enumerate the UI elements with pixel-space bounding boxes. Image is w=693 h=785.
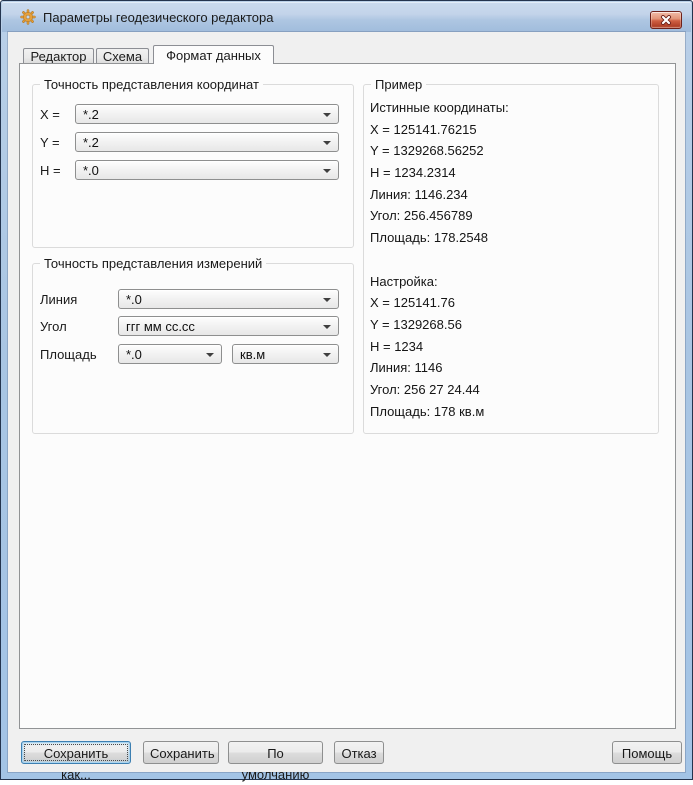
example-text: Истинные координаты: X = 125141.76215 Y … xyxy=(370,97,654,422)
combo-value: *.2 xyxy=(83,107,318,122)
group-title: Точность представления координат xyxy=(40,77,263,92)
tab-page-data-format: Точность представления координат X = *.2… xyxy=(19,63,676,729)
group-example: Пример Истинные координаты: X = 125141.7… xyxy=(363,84,659,434)
combo-x-precision[interactable]: *.2 xyxy=(75,104,339,124)
example-line: Площадь: 178 кв.м xyxy=(370,401,654,423)
save-button[interactable]: Сохранить xyxy=(143,741,219,764)
default-button[interactable]: По умолчанию xyxy=(228,741,323,764)
chevron-down-icon xyxy=(323,325,331,329)
label-line: Линия xyxy=(40,292,77,307)
label-y: Y = xyxy=(40,135,60,150)
combo-h-precision[interactable]: *.0 xyxy=(75,160,339,180)
example-line: Угол: 256.456789 xyxy=(370,205,654,227)
example-spacer xyxy=(370,249,654,271)
chevron-down-icon xyxy=(323,353,331,357)
example-line: Площадь: 178.2548 xyxy=(370,227,654,249)
tab-data-format[interactable]: Формат данных xyxy=(153,45,274,64)
combo-area-unit[interactable]: кв.м xyxy=(232,344,339,364)
example-line: Линия: 1146.234 xyxy=(370,184,654,206)
group-title: Точность представления измерений xyxy=(40,256,266,271)
chevron-down-icon xyxy=(323,169,331,173)
example-line: Y = 1329268.56 xyxy=(370,314,654,336)
group-measurement-precision: Точность представления измерений Линия *… xyxy=(32,263,354,434)
dialog-client-area: Редактор Схема Формат данных Точность пр… xyxy=(8,32,685,772)
combo-value: ггг мм сс.сс xyxy=(126,319,318,334)
example-line: Линия: 1146 xyxy=(370,357,654,379)
gear-icon xyxy=(20,9,36,25)
example-line: Настройка: xyxy=(370,271,654,293)
combo-y-precision[interactable]: *.2 xyxy=(75,132,339,152)
tab-editor[interactable]: Редактор xyxy=(23,48,94,64)
chevron-down-icon xyxy=(206,353,214,357)
combo-value: *.0 xyxy=(83,163,318,178)
example-line: H = 1234 xyxy=(370,336,654,358)
combo-value: кв.м xyxy=(240,347,318,362)
label-h: H = xyxy=(40,163,61,178)
window-title: Параметры геодезического редактора xyxy=(43,10,273,25)
combo-angle-format[interactable]: ггг мм сс.сс xyxy=(118,316,339,336)
combo-value: *.2 xyxy=(83,135,318,150)
combo-line-precision[interactable]: *.0 xyxy=(118,289,339,309)
group-title: Пример xyxy=(371,77,426,92)
label-angle: Угол xyxy=(40,319,67,334)
combo-value: *.0 xyxy=(126,347,201,362)
combo-area-precision[interactable]: *.0 xyxy=(118,344,222,364)
chevron-down-icon xyxy=(323,141,331,145)
cancel-button[interactable]: Отказ xyxy=(334,741,384,764)
chevron-down-icon xyxy=(323,113,331,117)
label-x: X = xyxy=(40,107,60,122)
group-coordinate-precision: Точность представления координат X = *.2… xyxy=(32,84,354,248)
example-line: Угол: 256 27 24.44 xyxy=(370,379,654,401)
combo-value: *.0 xyxy=(126,292,318,307)
chevron-down-icon xyxy=(323,298,331,302)
example-line: Истинные координаты: xyxy=(370,97,654,119)
save-as-button[interactable]: Сохранить как... xyxy=(21,741,131,764)
example-line: X = 125141.76215 xyxy=(370,119,654,141)
example-line: H = 1234.2314 xyxy=(370,162,654,184)
help-button[interactable]: Помощь xyxy=(612,741,682,764)
tab-scheme[interactable]: Схема xyxy=(96,48,149,64)
close-icon xyxy=(660,15,672,25)
example-line: X = 125141.76 xyxy=(370,292,654,314)
close-button[interactable] xyxy=(650,11,682,29)
titlebar[interactable]: Параметры геодезического редактора xyxy=(2,2,691,32)
dialog-window: Параметры геодезического редактора Редак… xyxy=(0,0,693,780)
example-line: Y = 1329268.56252 xyxy=(370,140,654,162)
label-area: Площадь xyxy=(40,347,97,362)
